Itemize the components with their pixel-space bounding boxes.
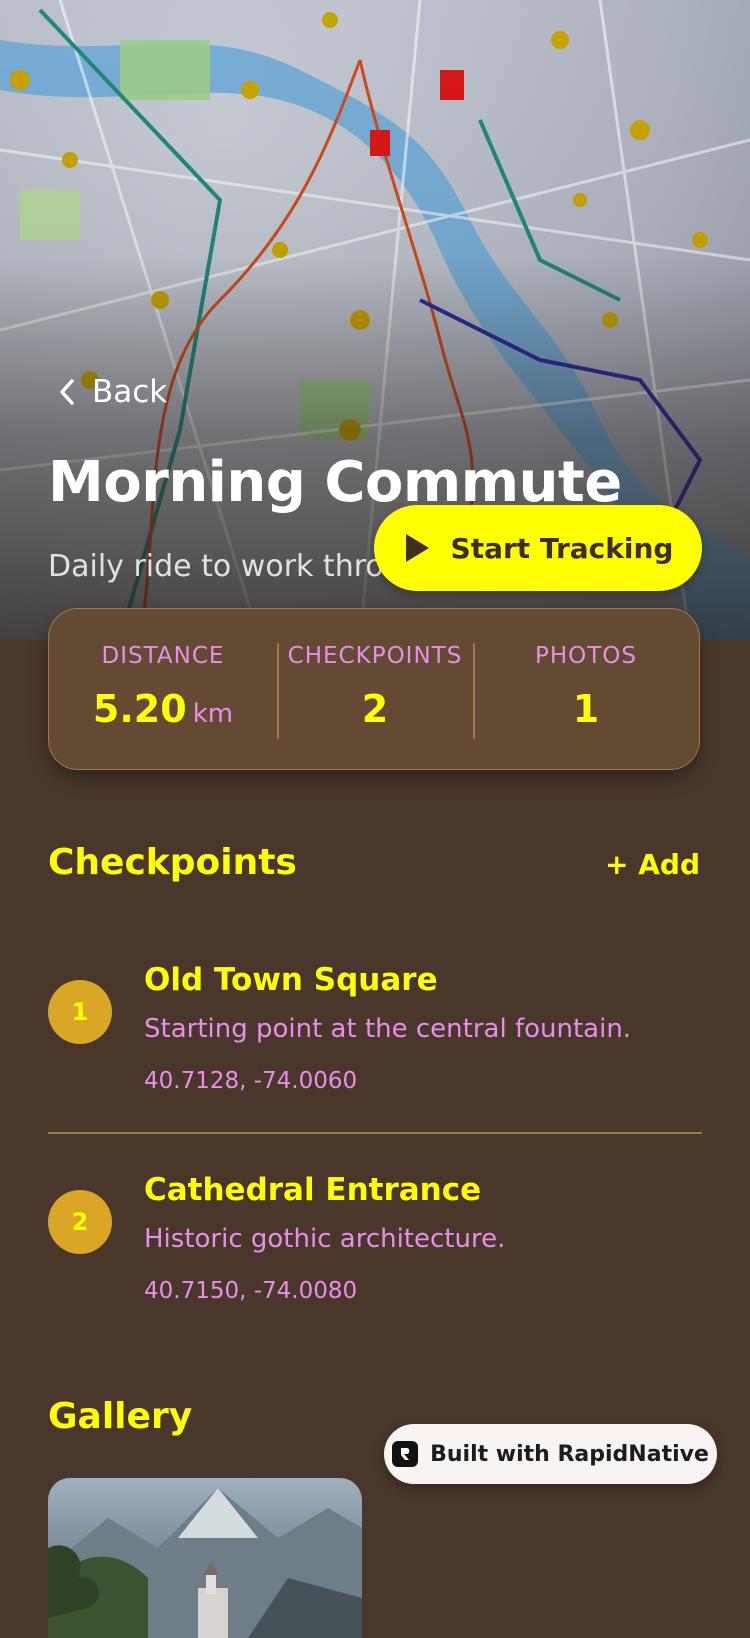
- back-label: Back: [92, 374, 168, 410]
- checkpoint-description: Historic gothic architecture.: [144, 1224, 506, 1254]
- distance-unit: km: [192, 699, 234, 729]
- start-tracking-button[interactable]: Start Tracking: [374, 505, 702, 591]
- stat-checkpoints: CHECKPOINTS 2: [277, 609, 473, 769]
- checkpoint-name: Cathedral Entrance: [144, 1172, 482, 1208]
- checkpoint-number-badge: 2: [48, 1190, 112, 1254]
- checkpoints-heading: Checkpoints: [48, 842, 297, 883]
- gallery-photo-thumbnail[interactable]: [48, 1478, 362, 1638]
- checkpoint-coordinates: 40.7150, -74.0080: [144, 1278, 358, 1304]
- checkpoint-divider: [48, 1132, 702, 1134]
- stat-label: CHECKPOINTS: [287, 643, 463, 669]
- route-stats-card: DISTANCE 5.20 km CHECKPOINTS 2 PHOTOS 1: [48, 608, 700, 770]
- checkpoint-coordinates: 40.7128, -74.0060: [144, 1068, 358, 1094]
- distance-value: 5.20: [92, 687, 187, 731]
- start-tracking-label: Start Tracking: [450, 531, 674, 565]
- checkpoint-item[interactable]: 2 Cathedral Entrance Historic gothic arc…: [48, 1172, 702, 1372]
- built-with-rapidnative-badge[interactable]: Built with RapidNative: [384, 1424, 717, 1484]
- back-button[interactable]: Back: [58, 374, 167, 410]
- stat-photos: PHOTOS 1: [473, 609, 699, 769]
- stat-value: 5.20 km: [93, 687, 233, 731]
- add-checkpoint-button[interactable]: + Add: [605, 848, 700, 881]
- stat-value: 2: [361, 687, 389, 731]
- checkpoint-name: Old Town Square: [144, 962, 438, 998]
- play-icon: [405, 534, 429, 562]
- checkpoint-description: Starting point at the central fountain.: [144, 1014, 632, 1044]
- gallery-heading: Gallery: [48, 1396, 193, 1437]
- chevron-left-icon: [60, 379, 74, 405]
- rapidnative-logo-icon: [392, 1441, 419, 1467]
- mountain-castle-photo: [48, 1488, 362, 1638]
- rapidnative-label: Built with RapidNative: [430, 1441, 709, 1467]
- checkpoint-number-badge: 1: [48, 980, 112, 1044]
- stat-value: 1: [572, 687, 600, 731]
- stat-label: DISTANCE: [101, 643, 225, 669]
- stat-label: PHOTOS: [534, 643, 638, 669]
- stat-distance: DISTANCE 5.20 km: [49, 609, 277, 769]
